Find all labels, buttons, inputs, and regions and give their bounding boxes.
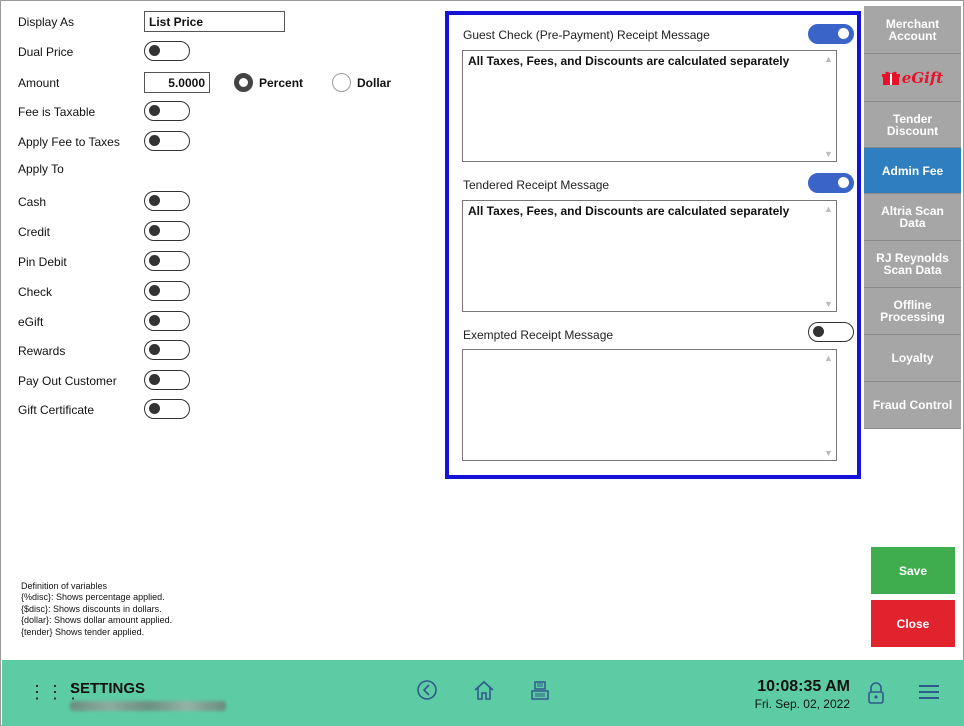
app-window: Display As List Price Dual Price Amount … — [0, 0, 964, 726]
scroll-down-icon[interactable]: ▼ — [824, 448, 833, 458]
dollar-label: Dollar — [357, 76, 392, 90]
tendered-title: Tendered Receipt Message — [463, 178, 610, 192]
register-icon[interactable] — [529, 679, 551, 701]
display-as-input[interactable]: List Price — [144, 11, 285, 32]
guest-check-text: All Taxes, Fees, and Discounts are calcu… — [468, 54, 790, 68]
tender-label-pay-out: Pay Out Customer — [18, 374, 117, 388]
scroll-up-icon[interactable]: ▲ — [824, 204, 833, 214]
amount-label: Amount — [18, 76, 60, 90]
fee-taxable-toggle[interactable] — [144, 101, 190, 121]
percent-radio[interactable] — [234, 73, 253, 92]
tender-toggle-credit[interactable] — [144, 221, 190, 241]
guest-check-title: Guest Check (Pre-Payment) Receipt Messag… — [463, 28, 710, 42]
menu-label: Offline Processing — [880, 298, 945, 324]
gift-icon — [881, 71, 900, 85]
close-button[interactable]: Close — [871, 600, 955, 647]
tender-toggle-pay-out[interactable] — [144, 370, 190, 390]
menu-offline-processing[interactable]: Offline Processing — [864, 288, 961, 335]
menu-tender-discount[interactable]: Tender Discount — [864, 102, 961, 148]
footer-bar: ⋮⋮⋮ SETTINGS 10:08:35 AM Fri. Sep. 02, 2… — [2, 660, 964, 726]
tender-toggle-cash[interactable] — [144, 191, 190, 211]
clock-date: Fri. Sep. 02, 2022 — [754, 697, 850, 711]
clock-time: 10:08:35 AM — [757, 678, 850, 695]
exempted-textarea[interactable]: ▲ ▼ — [462, 349, 837, 461]
egift-logo: eGift — [881, 68, 944, 87]
scrollbar[interactable]: ▲ ▼ — [820, 350, 836, 460]
clock: 10:08:35 AM Fri. Sep. 02, 2022 — [740, 678, 850, 711]
tender-toggle-gift-certificate[interactable] — [144, 399, 190, 419]
menu-egift[interactable]: eGift — [864, 54, 961, 102]
scroll-down-icon[interactable]: ▼ — [824, 299, 833, 309]
tendered-toggle[interactable] — [808, 173, 854, 193]
menu-label: Tender Discount — [886, 111, 939, 138]
tender-label-egift: eGift — [18, 315, 44, 329]
apply-fee-taxes-toggle[interactable] — [144, 131, 190, 151]
tender-toggle-rewards[interactable] — [144, 340, 190, 360]
dual-price-toggle[interactable] — [144, 41, 190, 61]
amount-input[interactable]: 5.0000 — [144, 72, 210, 93]
menu-loyalty[interactable]: Loyalty — [864, 335, 961, 382]
page-title: SETTINGS — [70, 680, 146, 697]
definition-line: {%disc}: Shows percentage applied. — [21, 592, 165, 603]
tender-toggle-pin-debit[interactable] — [144, 251, 190, 271]
receipt-messages-panel: Guest Check (Pre-Payment) Receipt Messag… — [445, 11, 861, 479]
tender-label-credit: Credit — [18, 225, 51, 239]
back-icon[interactable] — [416, 679, 438, 701]
menu-icon[interactable] — [918, 683, 940, 701]
scrollbar[interactable]: ▲ ▼ — [820, 51, 836, 161]
tender-label-gift-certificate: Gift Certificate — [18, 403, 95, 417]
tender-label-rewards: Rewards — [18, 344, 66, 358]
menu-label: Fraud Control — [872, 398, 953, 412]
tender-toggle-check[interactable] — [144, 281, 190, 301]
tender-label-pin-debit: Pin Debit — [18, 255, 67, 269]
apply-to-label: Apply To — [18, 162, 64, 176]
menu-altria-scan-data[interactable]: Altria Scan Data — [864, 194, 961, 241]
display-as-label: Display As — [18, 15, 75, 29]
exempted-title: Exempted Receipt Message — [463, 328, 614, 342]
tendered-text: All Taxes, Fees, and Discounts are calcu… — [468, 204, 790, 218]
lock-icon[interactable] — [867, 682, 885, 704]
menu-label: Altria Scan Data — [881, 204, 944, 230]
scrollbar[interactable]: ▲ ▼ — [820, 201, 836, 311]
scroll-up-icon[interactable]: ▲ — [824, 54, 833, 64]
definition-line: {dollar}: Shows dollar amount applied. — [21, 615, 173, 626]
exempted-toggle[interactable] — [808, 322, 854, 342]
percent-label: Percent — [259, 76, 304, 90]
menu-admin-fee[interactable]: Admin Fee — [864, 148, 961, 194]
home-icon[interactable] — [472, 679, 496, 701]
definition-line: {tender} Shows tender applied. — [21, 626, 145, 637]
menu-rj-reynolds-scan-data[interactable]: RJ Reynolds Scan Data — [864, 241, 961, 288]
egift-label: eGift — [901, 68, 944, 87]
scroll-down-icon[interactable]: ▼ — [824, 149, 833, 159]
menu-merchant-account[interactable]: Merchant Account — [864, 6, 961, 54]
dollar-radio[interactable] — [332, 73, 351, 92]
save-button[interactable]: Save — [871, 547, 955, 594]
definitions-title: Definition of variables — [21, 581, 108, 591]
redacted-store-name — [70, 701, 226, 711]
menu-fraud-control[interactable]: Fraud Control — [864, 382, 961, 429]
guest-check-textarea[interactable]: All Taxes, Fees, and Discounts are calcu… — [462, 50, 837, 162]
dual-price-label: Dual Price — [18, 45, 74, 59]
apply-fee-taxes-label: Apply Fee to Taxes — [18, 135, 120, 149]
menu-label: Loyalty — [891, 351, 934, 365]
menu-label: Merchant Account — [885, 16, 940, 43]
menu-label: RJ Reynolds Scan Data — [876, 251, 949, 277]
guest-check-toggle[interactable] — [808, 24, 854, 44]
tendered-textarea[interactable]: All Taxes, Fees, and Discounts are calcu… — [462, 200, 837, 312]
variable-definitions: Definition of variables {%disc}: Shows p… — [21, 581, 172, 638]
tender-toggle-egift[interactable] — [144, 311, 190, 331]
tender-label-check: Check — [18, 285, 53, 299]
tender-label-cash: Cash — [18, 195, 47, 209]
scroll-up-icon[interactable]: ▲ — [824, 353, 833, 363]
fee-taxable-label: Fee is Taxable — [18, 105, 96, 119]
definition-line: {$disc}: Shows discounts in dollars. — [21, 603, 162, 614]
menu-label: Admin Fee — [881, 163, 944, 178]
